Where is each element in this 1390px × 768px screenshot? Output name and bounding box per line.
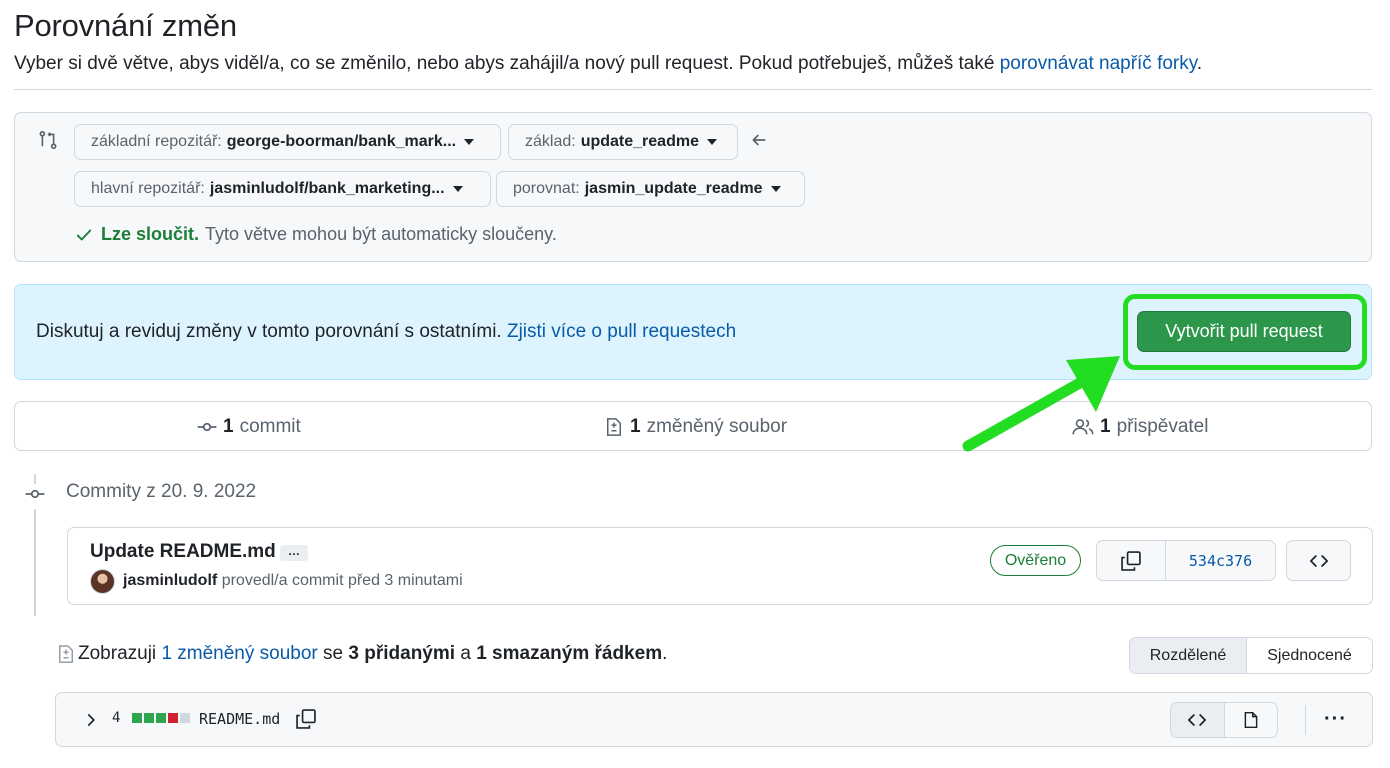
commit-meta-text: provedl/a commit před 3 minutami <box>221 572 463 589</box>
stat-contributors-label: přispěvatel <box>1116 416 1209 437</box>
diff-summary-mid2: a <box>460 643 471 664</box>
git-compare-icon <box>38 130 58 155</box>
merge-status-label: Lze sloučit. <box>101 224 200 244</box>
header-divider <box>14 89 1372 90</box>
base-repo-value: george-boorman/bank_mark... <box>226 133 457 150</box>
check-icon <box>75 226 93 244</box>
caret-down-icon <box>452 186 463 192</box>
file-changes-count: 4 <box>112 710 121 726</box>
stat-files-count: 1 <box>630 416 641 437</box>
merge-status-text: Tyto větve mohou být automaticky sloučen… <box>205 224 557 244</box>
annotation-arrow-icon <box>962 356 1120 452</box>
commits-date-heading: Commity z 20. 9. 2022 <box>66 481 257 502</box>
commit-sha-group: 534c376 <box>1096 540 1276 581</box>
diffstat-block-deleted <box>168 713 178 723</box>
view-source-button[interactable] <box>1171 703 1225 737</box>
stat-commits-count: 1 <box>223 416 234 437</box>
verified-badge[interactable]: Ověřeno <box>990 545 1081 576</box>
split-view-button[interactable]: Rozdělené <box>1130 638 1247 673</box>
caret-down-icon <box>770 186 781 192</box>
diff-additions: 3 přidanými <box>348 643 456 664</box>
file-diff-icon <box>604 417 624 437</box>
flash-text: Diskutuj a reviduj změny v tomto porovná… <box>36 321 502 342</box>
diff-summary: Zobrazuji 1 změněný soubor se 3 přidaným… <box>56 643 667 665</box>
compare-branch-label: porovnat: <box>513 180 580 197</box>
git-commit-icon <box>24 484 46 509</box>
stat-commits-label: commit <box>239 416 301 437</box>
commit-meta: jasminludolf provedl/a commit před 3 min… <box>123 572 463 590</box>
file-view-buttons <box>1170 702 1278 738</box>
changed-files-link[interactable]: 1 změněný soubor <box>161 643 317 665</box>
base-branch-select[interactable]: základ: update_readme <box>508 124 738 160</box>
arrow-left-icon <box>750 131 768 154</box>
stat-files[interactable]: 1 změněný soubor <box>604 416 787 438</box>
commit-item: Update README.md … jasminludolf provedl/… <box>67 527 1373 605</box>
diffstat <box>132 713 190 723</box>
diffstat-block-neutral <box>180 713 190 723</box>
head-repo-select[interactable]: hlavní repozitář: jasminludolf/bank_mark… <box>74 171 491 207</box>
caret-down-icon <box>464 139 475 145</box>
caret-down-icon <box>706 139 717 145</box>
compare-forks-link[interactable]: porovnávat napříč forky <box>1000 53 1197 74</box>
diffstat-block-added <box>156 713 166 723</box>
learn-pr-link[interactable]: Zjisti více o pull requestech <box>507 321 736 342</box>
kebab-horizontal-icon[interactable]: ··· <box>1324 708 1347 731</box>
page-subtitle: Vyber si dvě větve, abys viděl/a, co se … <box>14 53 1202 75</box>
subtitle-text: Vyber si dvě větve, abys viděl/a, co se … <box>14 53 1000 74</box>
flash-message: Diskutuj a reviduj změny v tomto porovná… <box>36 321 736 343</box>
diff-summary-end: . <box>662 643 668 664</box>
commit-sha-link[interactable]: 534c376 <box>1166 541 1275 580</box>
browse-repo-button[interactable] <box>1286 540 1351 581</box>
file-icon <box>1242 710 1260 730</box>
base-repo-select[interactable]: základní repozitář: george-boorman/bank_… <box>74 124 501 160</box>
diff-view-toggle: Rozdělené Sjednocené <box>1129 637 1373 674</box>
base-branch-value: update_readme <box>580 133 699 150</box>
compare-stats-bar: 1 commit 1 změněný soubor 1 přispěvatel <box>14 401 1372 451</box>
copy-path-icon[interactable] <box>295 708 317 735</box>
stat-files-label: změněný soubor <box>646 416 788 437</box>
head-repo-value: jasminludolf/bank_marketing... <box>209 180 445 197</box>
copy-sha-button[interactable] <box>1097 541 1166 580</box>
page-title: Porovnání změn <box>14 8 237 43</box>
avatar[interactable] <box>90 569 115 594</box>
compare-branch-select[interactable]: porovnat: jasmin_update_readme <box>496 171 805 207</box>
code-icon <box>1308 551 1330 571</box>
file-header: 4 README.md ··· <box>55 692 1373 747</box>
compare-branch-value: jasmin_update_readme <box>584 180 763 197</box>
git-commit-icon <box>197 417 217 437</box>
commit-author-link[interactable]: jasminludolf <box>123 572 217 589</box>
base-branch-label: základ: <box>525 133 576 150</box>
subtitle-end: . <box>1196 53 1203 74</box>
copy-icon <box>1120 550 1142 572</box>
diffstat-block-added <box>132 713 142 723</box>
unified-view-button[interactable]: Sjednocené <box>1247 638 1372 673</box>
head-repo-label: hlavní repozitář: <box>91 180 205 197</box>
base-repo-label: základní repozitář: <box>91 133 222 150</box>
code-icon <box>1186 710 1208 730</box>
merge-status: Lze sloučit. Tyto větve mohou být automa… <box>75 224 557 245</box>
commit-title-link[interactable]: Update README.md <box>90 541 276 563</box>
view-rich-button[interactable] <box>1225 703 1278 737</box>
create-pull-request-button[interactable]: Vytvořit pull request <box>1137 311 1351 352</box>
range-editor: základní repozitář: george-boorman/bank_… <box>14 112 1372 262</box>
stat-commits[interactable]: 1 commit <box>197 416 301 438</box>
diff-summary-mid1: se <box>323 643 344 664</box>
diff-deletions: 1 smazaným řádkem <box>476 643 663 664</box>
file-header-separator <box>1305 705 1306 735</box>
diffstat-block-added <box>144 713 154 723</box>
commit-expand-button[interactable]: … <box>280 545 308 561</box>
chevron-right-icon[interactable] <box>82 710 100 735</box>
diff-summary-prefix: Zobrazuji <box>78 643 157 664</box>
file-name-link[interactable]: README.md <box>199 710 280 728</box>
file-diff-icon <box>56 643 76 665</box>
